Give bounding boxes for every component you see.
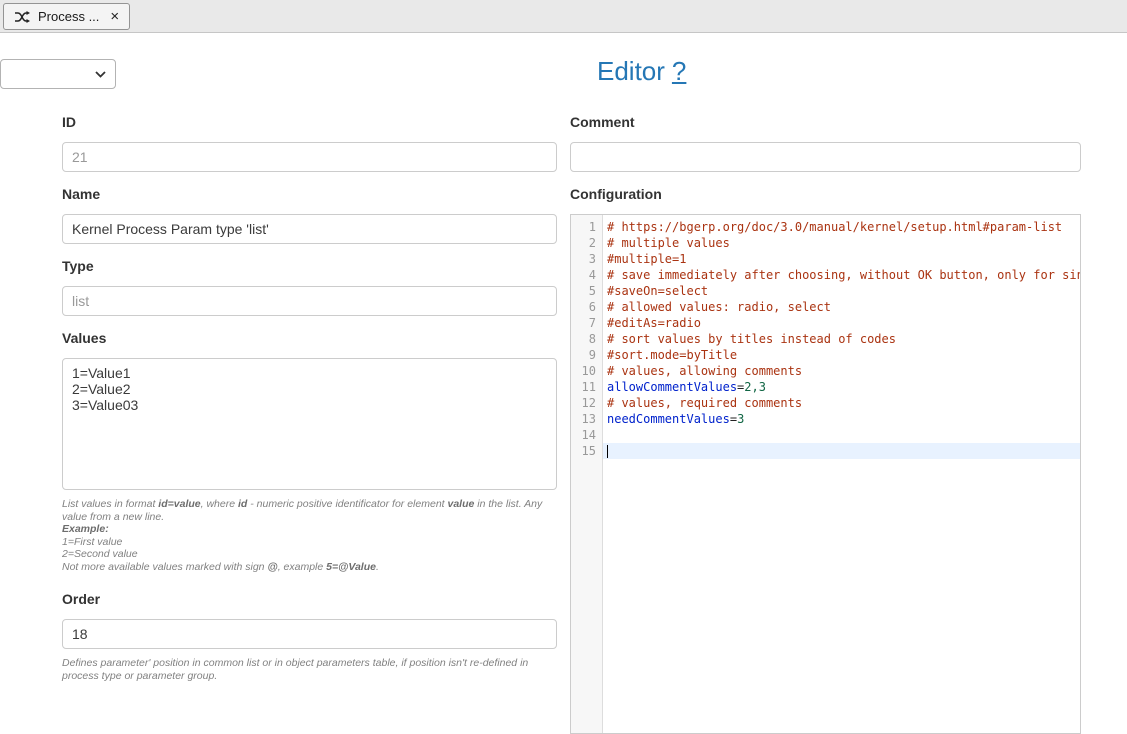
- line-number: 4: [571, 267, 596, 283]
- code-line[interactable]: #editAs=radio: [607, 315, 1080, 331]
- line-number: 3: [571, 251, 596, 267]
- code-line[interactable]: #sort.mode=byTitle: [607, 347, 1080, 363]
- id-label: ID: [62, 114, 557, 130]
- field-configuration: Configuration 123456789101112131415 # ht…: [570, 186, 1081, 734]
- code-line[interactable]: [607, 427, 1080, 443]
- code-line[interactable]: # multiple values: [607, 235, 1080, 251]
- field-name: Name: [62, 186, 557, 244]
- code-line[interactable]: # https://bgerp.org/doc/3.0/manual/kerne…: [607, 219, 1080, 235]
- values-label: Values: [62, 330, 557, 346]
- code-line[interactable]: # values, required comments: [607, 395, 1080, 411]
- tab-process[interactable]: Process ... ×: [3, 3, 130, 30]
- page-title: Editor?: [597, 56, 686, 87]
- field-type: Type: [62, 258, 557, 316]
- line-number: 15: [571, 443, 596, 459]
- help-text-line: List values in format id=value, where id…: [62, 498, 557, 523]
- line-number: 1: [571, 219, 596, 235]
- text-cursor: [607, 445, 608, 458]
- field-id: ID: [62, 114, 557, 172]
- type-input[interactable]: [62, 286, 557, 316]
- comment-label: Comment: [570, 114, 1081, 130]
- config-gutter: 123456789101112131415: [571, 215, 603, 733]
- line-number: 8: [571, 331, 596, 347]
- code-line[interactable]: # allowed values: radio, select: [607, 299, 1080, 315]
- form-left-column: ID Name Type Values 1=Value1 2=Value2 3=…: [62, 114, 557, 682]
- help-text-line: Example:: [62, 523, 557, 536]
- tab-close-icon[interactable]: ×: [110, 9, 119, 24]
- field-values: Values 1=Value1 2=Value2 3=Value03 List …: [62, 330, 557, 573]
- line-number: 11: [571, 379, 596, 395]
- field-order: Order Defines parameter' position in com…: [62, 591, 557, 682]
- chevron-down-icon: [95, 65, 106, 83]
- comment-input[interactable]: [570, 142, 1081, 172]
- tab-label: Process ...: [38, 9, 99, 24]
- config-code[interactable]: # https://bgerp.org/doc/3.0/manual/kerne…: [603, 215, 1080, 733]
- name-input[interactable]: [62, 214, 557, 244]
- help-link[interactable]: ?: [672, 56, 686, 86]
- order-help: Defines parameter' position in common li…: [62, 657, 557, 682]
- configuration-label: Configuration: [570, 186, 1081, 202]
- line-number: 5: [571, 283, 596, 299]
- type-label: Type: [62, 258, 557, 274]
- title-text: Editor: [597, 56, 665, 86]
- type-dropdown[interactable]: [0, 59, 116, 89]
- name-label: Name: [62, 186, 557, 202]
- line-number: 12: [571, 395, 596, 411]
- line-number: 7: [571, 315, 596, 331]
- id-input[interactable]: [62, 142, 557, 172]
- order-label: Order: [62, 591, 557, 607]
- configuration-editor[interactable]: 123456789101112131415 # https://bgerp.or…: [570, 214, 1081, 734]
- field-comment: Comment: [570, 114, 1081, 172]
- help-text-line: 1=First value: [62, 536, 557, 549]
- code-line[interactable]: # sort values by titles instead of codes: [607, 331, 1080, 347]
- form-right-column: Comment Configuration 123456789101112131…: [570, 114, 1081, 734]
- code-line[interactable]: [603, 443, 1080, 459]
- line-number: 10: [571, 363, 596, 379]
- values-help: List values in format id=value, where id…: [62, 498, 557, 573]
- line-number: 9: [571, 347, 596, 363]
- help-text-line: Defines parameter' position in common li…: [62, 657, 557, 682]
- values-textarea[interactable]: 1=Value1 2=Value2 3=Value03: [62, 358, 557, 490]
- line-number: 14: [571, 427, 596, 443]
- line-number: 2: [571, 235, 596, 251]
- code-line[interactable]: #multiple=1: [607, 251, 1080, 267]
- tab-bar: Process ... ×: [0, 0, 1127, 33]
- order-input[interactable]: [62, 619, 557, 649]
- process-shuffle-icon: [14, 11, 30, 23]
- help-text-line: 2=Second value: [62, 548, 557, 561]
- code-line[interactable]: needCommentValues=3: [607, 411, 1080, 427]
- code-line[interactable]: # save immediately after choosing, witho…: [607, 267, 1080, 283]
- code-line[interactable]: #saveOn=select: [607, 283, 1080, 299]
- line-number: 13: [571, 411, 596, 427]
- help-text-line: Not more available values marked with si…: [62, 561, 557, 574]
- code-line[interactable]: # values, allowing comments: [607, 363, 1080, 379]
- line-number: 6: [571, 299, 596, 315]
- code-line[interactable]: allowCommentValues=2,3: [607, 379, 1080, 395]
